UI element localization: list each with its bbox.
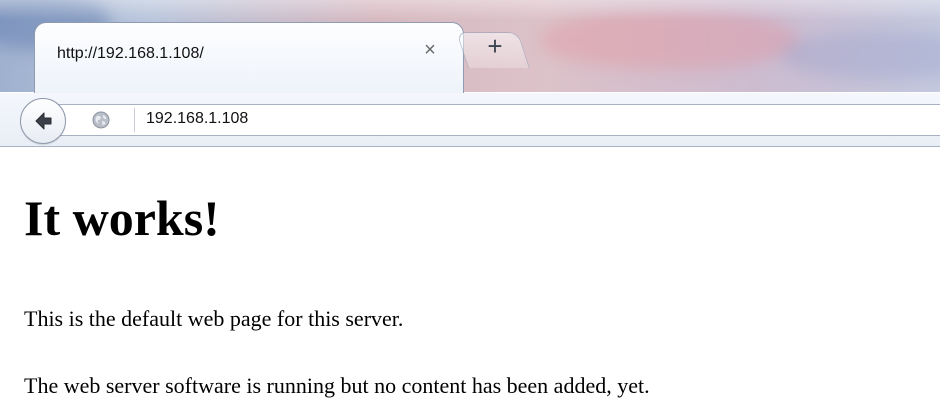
address-bar-divider (134, 108, 135, 132)
titlebar-decoration (780, 30, 940, 80)
tab-active[interactable]: http://192.168.1.108/ × (34, 22, 464, 94)
back-button[interactable] (20, 98, 66, 144)
titlebar-glow (0, 0, 940, 20)
new-tab-button[interactable]: + (480, 31, 510, 61)
page-paragraph: This is the default web page for this se… (24, 306, 404, 331)
globe-icon[interactable] (92, 111, 110, 129)
page-paragraph: The web server software is running but n… (24, 373, 650, 398)
page-content: It works! This is the default web page f… (0, 147, 940, 412)
page-heading: It works! (24, 190, 220, 246)
tab-title: http://192.168.1.108/ (57, 45, 204, 62)
address-bar-text[interactable]: 192.168.1.108 (146, 110, 248, 128)
tab-close-button[interactable]: × (419, 39, 441, 61)
back-arrow-icon (35, 112, 52, 130)
